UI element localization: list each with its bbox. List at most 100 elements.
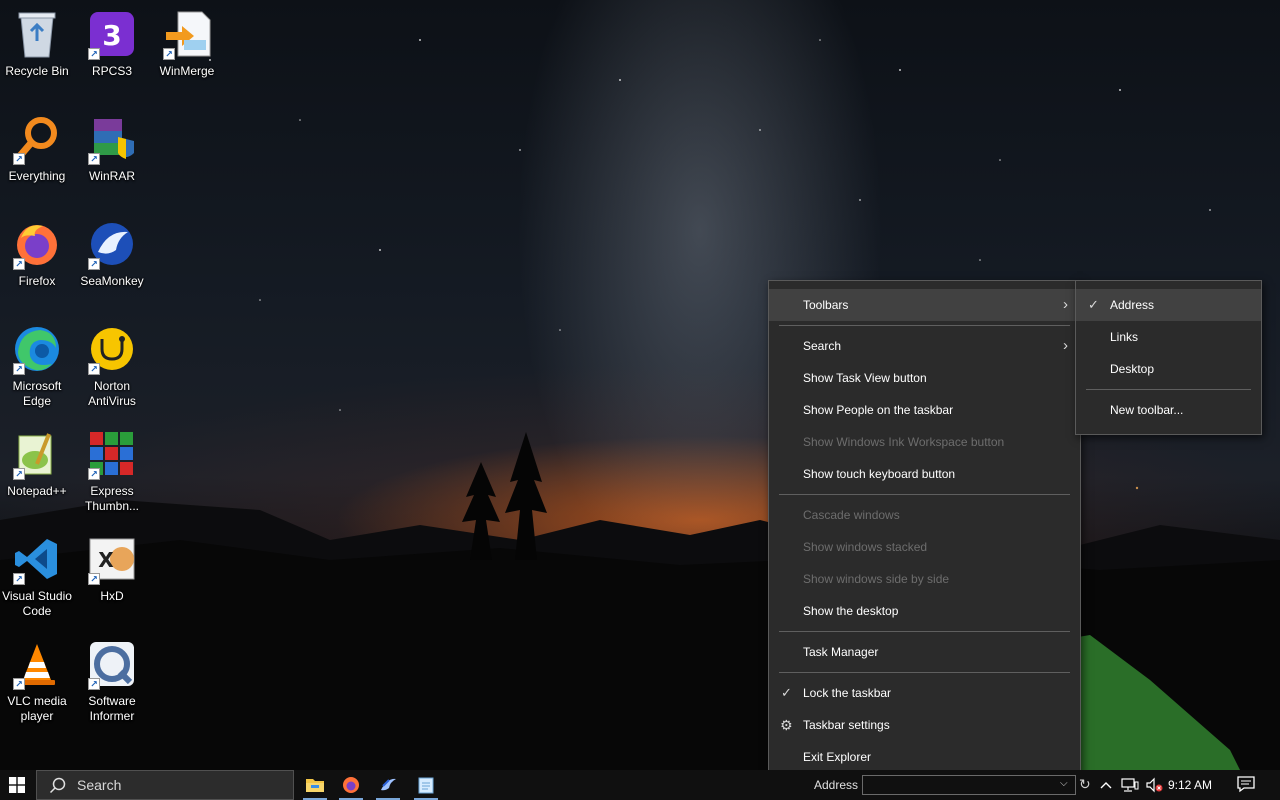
desktop-icon-label: Microsoft Edge xyxy=(12,379,62,408)
shortcut-arrow-icon: ↗ xyxy=(88,258,100,270)
menu-item-label: New toolbar... xyxy=(1110,403,1184,417)
menu-item-show-windows-stacked: Show windows stacked xyxy=(769,531,1080,563)
menu-item-toolbars[interactable]: Toolbars › xyxy=(769,289,1080,321)
taskbar-app-notepad[interactable] xyxy=(408,770,444,800)
desktop-icon-vscode[interactable]: ↗ Visual Studio Code xyxy=(0,525,74,625)
menu-item-label: Show People on the taskbar xyxy=(803,403,954,417)
desktop-icon-label: WinRAR xyxy=(88,169,135,183)
norton-icon: ↗ xyxy=(86,323,138,375)
menu-item-label: Address xyxy=(1110,298,1155,312)
network-tray-button[interactable] xyxy=(1119,770,1141,800)
seamonkey-icon: ↗ xyxy=(86,218,138,270)
menu-item-label: Lock the taskbar xyxy=(803,686,892,700)
desktop-icon-label: RPCS3 xyxy=(91,64,132,78)
action-center-icon xyxy=(1237,776,1255,793)
desktop-icon-label: VLC media player xyxy=(7,694,67,723)
volume-tray-button[interactable] xyxy=(1143,770,1165,800)
show-hidden-icons-button[interactable] xyxy=(1096,770,1116,800)
desktop-icon-label: Recycle Bin xyxy=(5,64,69,78)
desktop-icon-label: Norton AntiVirus xyxy=(88,379,136,408)
menu-item-label: Show the desktop xyxy=(803,604,899,618)
desktop-icon-seamonkey[interactable]: ↗ SeaMonkey xyxy=(75,210,149,310)
menu-item-show-windows-side-by-side: Show windows side by side xyxy=(769,563,1080,595)
desktop-icon-hxd[interactable]: X ↗ HxD xyxy=(75,525,149,625)
taskbar-app-seamonkey[interactable] xyxy=(370,770,406,800)
address-toolbar-input[interactable] xyxy=(862,775,1076,795)
desktop-icon-software-informer[interactable]: ↗ Software Informer xyxy=(75,630,149,730)
desktop-icon-edge[interactable]: ↗ Microsoft Edge xyxy=(0,315,74,415)
desktop-icon-label: Everything xyxy=(8,169,66,183)
action-center-button[interactable] xyxy=(1236,775,1256,798)
menu-item-label: Exit Explorer xyxy=(803,750,872,764)
taskbar-clock[interactable]: 9:12 AM xyxy=(1168,778,1212,792)
shortcut-arrow-icon: ↗ xyxy=(163,48,175,60)
chevron-up-icon xyxy=(1100,782,1112,789)
menu-item-label: Show windows stacked xyxy=(803,540,928,554)
taskbar-app-file-explorer[interactable] xyxy=(297,770,333,800)
menu-item-label: Links xyxy=(1110,330,1139,344)
menu-item-label: Show windows side by side xyxy=(803,572,950,586)
rpcs3-icon: 3 ↗ xyxy=(86,8,138,60)
desktop-icon-label: SeaMonkey xyxy=(80,274,144,288)
notepadpp-icon: ↗ xyxy=(11,428,63,480)
menu-item-show-people[interactable]: Show People on the taskbar xyxy=(769,394,1080,426)
desktop-icon-norton[interactable]: ↗ Norton AntiVirus xyxy=(75,315,149,415)
menu-separator xyxy=(1086,389,1251,390)
desktop-icon-firefox[interactable]: ↗ Firefox xyxy=(0,210,74,310)
menu-separator xyxy=(779,494,1070,495)
checkmark-icon: ✓ xyxy=(1088,297,1099,312)
submenu-item-links[interactable]: Links xyxy=(1076,321,1261,353)
shortcut-arrow-icon: ↗ xyxy=(88,48,100,60)
software-informer-icon: ↗ xyxy=(86,638,138,690)
firefox-icon: ↗ xyxy=(11,218,63,270)
desktop-icon-winmerge[interactable]: ↗ WinMerge xyxy=(150,0,224,100)
desktop-icon-rpcs3[interactable]: 3 ↗ RPCS3 xyxy=(75,0,149,100)
menu-separator xyxy=(779,631,1070,632)
menu-item-search[interactable]: Search › xyxy=(769,330,1080,362)
submenu-item-address[interactable]: ✓ Address xyxy=(1076,289,1261,321)
shortcut-arrow-icon: ↗ xyxy=(13,258,25,270)
taskbar-app-firefox[interactable] xyxy=(333,770,369,800)
submenu-item-desktop[interactable]: Desktop xyxy=(1076,353,1261,385)
hxd-icon: X ↗ xyxy=(86,533,138,585)
vscode-icon: ↗ xyxy=(11,533,63,585)
file-explorer-icon xyxy=(306,779,324,792)
chevron-down-icon[interactable]: ⌵ xyxy=(1060,778,1068,789)
everything-search-icon: ↗ xyxy=(11,113,63,165)
menu-item-exit-explorer[interactable]: Exit Explorer xyxy=(769,741,1080,773)
shortcut-arrow-icon: ↗ xyxy=(13,573,25,585)
desktop-icon-recycle-bin[interactable]: Recycle Bin xyxy=(0,0,74,100)
menu-item-label: Toolbars xyxy=(803,298,849,312)
shortcut-arrow-icon: ↗ xyxy=(88,153,100,165)
express-thumbnail-icon: ↗ xyxy=(86,428,138,480)
windows-logo-icon xyxy=(9,777,25,793)
desktop-icon-vlc[interactable]: ↗ VLC media player xyxy=(0,630,74,730)
desktop-icon-express-thumbnail[interactable]: ↗ Express Thumbn... xyxy=(75,420,149,520)
shortcut-arrow-icon: ↗ xyxy=(13,153,25,165)
svg-text:X: X xyxy=(98,548,114,572)
menu-item-task-manager[interactable]: Task Manager xyxy=(769,636,1080,668)
winmerge-icon: ↗ xyxy=(161,8,213,60)
refresh-icon[interactable]: ↻ xyxy=(1079,776,1091,793)
vlc-icon: ↗ xyxy=(11,638,63,690)
address-toolbar-label: Address xyxy=(814,778,859,792)
menu-item-show-task-view-button[interactable]: Show Task View button xyxy=(769,362,1080,394)
menu-item-cascade-windows: Cascade windows xyxy=(769,499,1080,531)
checkmark-icon: ✓ xyxy=(781,685,792,700)
start-button[interactable] xyxy=(0,770,34,800)
menu-item-label: Show touch keyboard button xyxy=(803,467,956,481)
menu-item-show-touch-keyboard[interactable]: Show touch keyboard button xyxy=(769,458,1080,490)
desktop-icon-notepadpp[interactable]: ↗ Notepad++ xyxy=(0,420,74,520)
toolbars-submenu: ✓ Address Links Desktop New toolbar... xyxy=(1075,280,1262,435)
desktop-icon-label: Visual Studio Code xyxy=(2,589,72,618)
desktop-icon-everything[interactable]: ↗ Everything xyxy=(0,105,74,205)
desktop-icon-label: HxD xyxy=(100,589,124,603)
shortcut-arrow-icon: ↗ xyxy=(13,468,25,480)
menu-item-show-the-desktop[interactable]: Show the desktop xyxy=(769,595,1080,627)
menu-item-taskbar-settings[interactable]: ⚙ Taskbar settings xyxy=(769,709,1080,741)
menu-item-lock-taskbar[interactable]: ✓ Lock the taskbar xyxy=(769,677,1080,709)
taskbar-search-box[interactable]: Search xyxy=(36,770,294,800)
desktop-icon-winrar[interactable]: ↗ WinRAR xyxy=(75,105,149,205)
submenu-item-new-toolbar[interactable]: New toolbar... xyxy=(1076,394,1261,426)
menu-item-label: Taskbar settings xyxy=(803,718,890,732)
